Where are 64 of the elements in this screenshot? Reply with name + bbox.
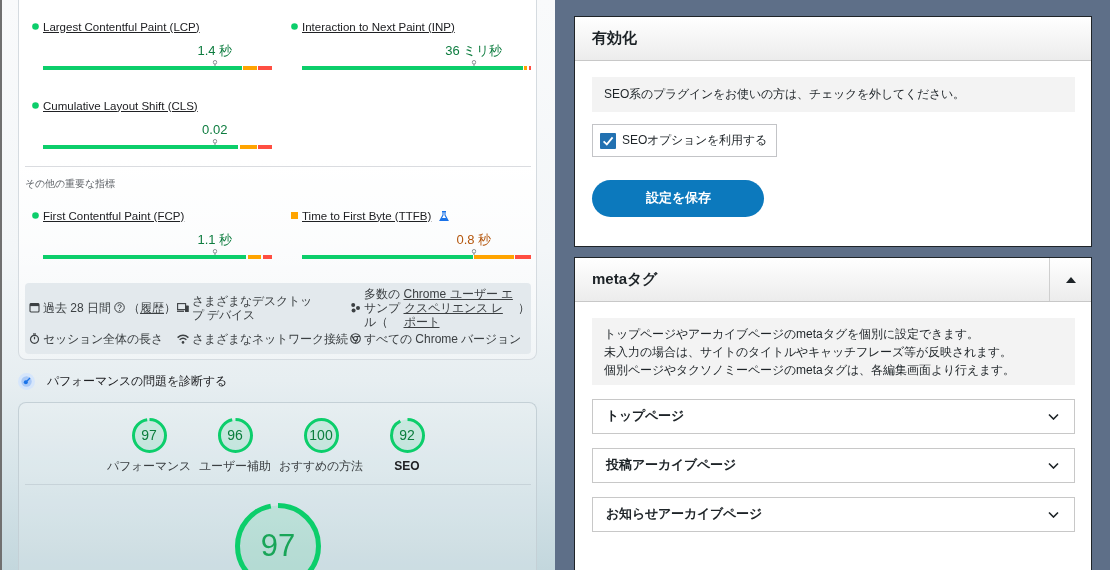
metric-value: 0.8 秒 xyxy=(456,230,492,249)
section-toggle[interactable]: 投稿アーカイブページ xyxy=(592,448,1075,483)
notice-line: 個別ページやタクソノミーページのmetaタグは、各編集画面より行えます。 xyxy=(604,362,1016,379)
score-ring xyxy=(303,417,339,453)
chevron-icon xyxy=(1048,510,1059,519)
notice-line: 未入力の場合は、サイトのタイトルやキャッチフレーズ等が反映されます。 xyxy=(604,344,1013,361)
metric-value: 1.4 秒 xyxy=(197,41,233,60)
devices-icon xyxy=(177,302,189,313)
history-note: （履歴） xyxy=(128,300,176,315)
metric-link[interactable]: Cumulative Layout Shift (CLS) xyxy=(43,99,198,112)
metric-link[interactable]: Interaction to Next Paint (INP) xyxy=(302,20,455,33)
caret-icon xyxy=(1065,276,1076,283)
metric-value: 0.02 xyxy=(202,120,228,139)
chevron-icon xyxy=(1048,412,1059,421)
network-text: さまざまなネットワーク接続 xyxy=(192,331,348,346)
report-link[interactable]: Chrome ユーザー エクスペリエンス レポート xyxy=(403,286,515,329)
category-label[interactable]: おすすめの方法 xyxy=(279,458,363,473)
seo-option[interactable]: SEOオプションを利用する xyxy=(592,124,778,157)
wifi-icon xyxy=(177,333,189,344)
score-value: 100 xyxy=(309,427,333,443)
section-heading: パフォーマンスの問題を診断する xyxy=(47,372,227,390)
category-label[interactable]: SEO xyxy=(394,458,420,473)
period-text: 過去 28 日間 xyxy=(43,300,111,315)
category-label[interactable]: パフォーマンス xyxy=(107,458,191,473)
save-button[interactable]: 設定を保存 xyxy=(592,180,764,217)
metric-value: 36 ミリ秒 xyxy=(445,41,503,60)
calendar-icon xyxy=(29,302,40,313)
score-value: 92 xyxy=(399,427,415,443)
status-square-icon xyxy=(291,212,298,219)
section-subheading: その他の重要な指標 xyxy=(25,177,116,191)
section-toggle[interactable]: お知らせアーカイブページ xyxy=(592,497,1075,532)
metric-link[interactable]: Time to First Byte (TTFB) xyxy=(302,209,432,222)
versions-text: すべての Chrome バージョン xyxy=(364,331,522,346)
history-link[interactable]: 履歴 xyxy=(140,300,164,315)
samples-text: 多数のサンプル（ xyxy=(364,286,401,329)
status-dot-icon xyxy=(32,212,39,219)
timer-icon xyxy=(29,333,40,344)
status-dot-icon xyxy=(32,102,39,109)
score-value: 97 xyxy=(260,528,296,563)
score-ring xyxy=(389,417,425,453)
metric-link[interactable]: Largest Contentful Paint (LCP) xyxy=(43,20,200,33)
score-value: 96 xyxy=(227,427,243,443)
panel-title: 有効化 xyxy=(591,29,638,48)
metric-link[interactable]: First Contentful Paint (FCP) xyxy=(43,209,185,222)
browser-icon xyxy=(350,333,361,344)
score-value: 97 xyxy=(141,427,157,443)
score-ring xyxy=(131,417,167,453)
category-label[interactable]: ユーザー補助 xyxy=(199,458,271,473)
devices-text: さまざまなデスクトップ デバイス xyxy=(192,293,313,322)
score-ring xyxy=(217,417,253,453)
metric-value: 1.1 秒 xyxy=(197,230,233,249)
target-icon xyxy=(18,372,35,390)
notice-line: トップページやアーカイブページのmetaタグを個別に設定できます。 xyxy=(604,326,980,343)
duration-text: セッション全体の長さ xyxy=(43,331,163,346)
help-icon xyxy=(114,302,125,313)
chevron-icon xyxy=(1048,461,1059,470)
bracket-text: ） xyxy=(517,300,530,315)
panel-title: metaタグ xyxy=(591,270,659,289)
dots-icon xyxy=(350,302,361,313)
status-dot-icon xyxy=(32,23,39,30)
notice-text: SEO系のプラグインをお使いの方は、チェックを外してください。 xyxy=(592,77,1075,112)
section-toggle[interactable]: トップページ xyxy=(592,399,1075,434)
checkbox[interactable] xyxy=(600,132,616,149)
status-dot-icon xyxy=(291,23,298,30)
